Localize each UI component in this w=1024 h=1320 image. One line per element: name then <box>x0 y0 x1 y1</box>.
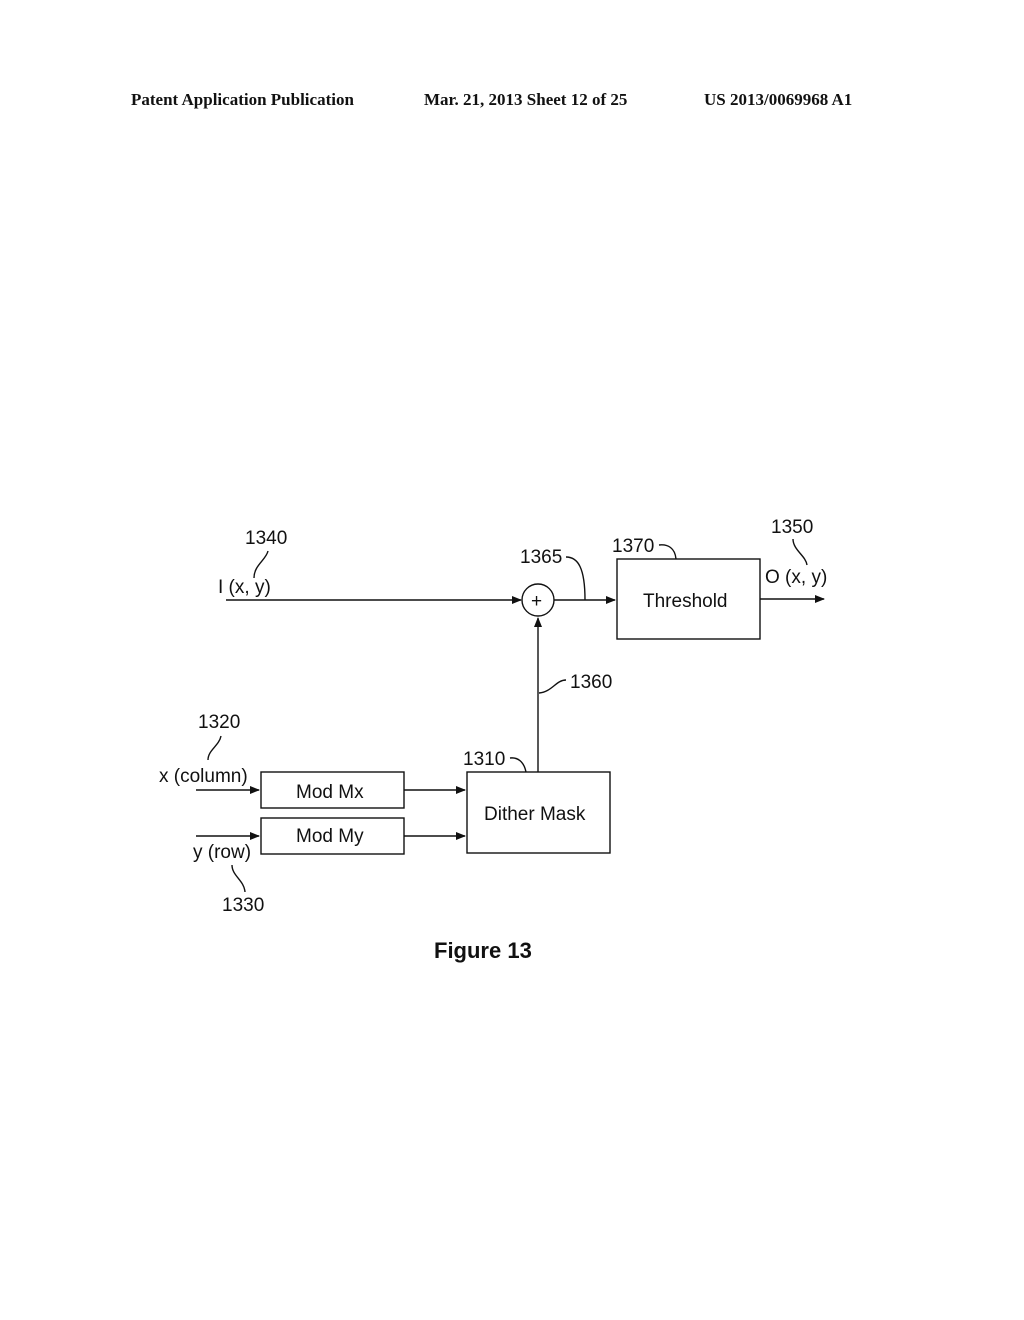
mod-my-label: Mod My <box>296 826 364 847</box>
input-signal-label: I (x, y) <box>218 577 271 598</box>
mod-mx-label: Mod Mx <box>296 782 364 803</box>
leader-1365 <box>565 556 586 601</box>
ref-1350: 1350 <box>771 517 813 538</box>
leader-1320 <box>207 735 222 761</box>
ref-1365: 1365 <box>520 547 562 568</box>
y-row-label: y (row) <box>193 842 251 863</box>
leader-1340 <box>253 550 269 579</box>
leader-1330 <box>231 864 246 893</box>
ref-1320: 1320 <box>198 712 240 733</box>
adder-symbol: + <box>531 591 542 612</box>
ref-1310: 1310 <box>463 749 505 770</box>
leader-1350 <box>792 538 808 566</box>
leader-1370 <box>658 544 677 560</box>
ref-1370: 1370 <box>612 536 654 557</box>
figure-13-diagram: I (x, y) 1340 + 1365 Threshold 1370 O (x… <box>159 517 827 963</box>
leader-1310 <box>509 757 527 773</box>
dither-mask-label: Dither Mask <box>484 804 586 825</box>
threshold-label: Threshold <box>643 591 728 612</box>
leader-1360 <box>538 679 567 694</box>
x-column-label: x (column) <box>159 766 248 787</box>
ref-1360: 1360 <box>570 672 612 693</box>
ref-1330: 1330 <box>222 895 264 916</box>
figure-caption: Figure 13 <box>434 938 532 963</box>
ref-1340: 1340 <box>245 528 287 549</box>
output-signal-label: O (x, y) <box>765 567 827 588</box>
